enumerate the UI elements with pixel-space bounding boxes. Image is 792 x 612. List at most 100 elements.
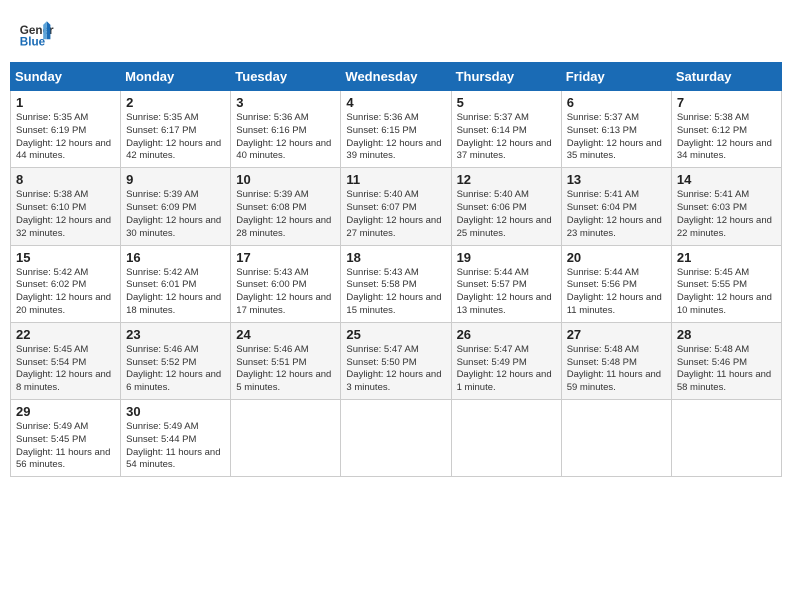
day-number: 27: [567, 327, 666, 342]
day-info: Sunrise: 5:41 AMSunset: 6:03 PMDaylight:…: [677, 189, 776, 240]
day-number: 25: [346, 327, 445, 342]
day-number: 6: [567, 95, 666, 110]
day-number: 14: [677, 172, 776, 187]
day-info: Sunrise: 5:39 AMSunset: 6:09 PMDaylight:…: [126, 189, 225, 240]
calendar-week-4: 29 Sunrise: 5:49 AMSunset: 5:45 PMDayligh…: [11, 400, 782, 477]
calendar-day-25: 25Sunrise: 5:47 AMSunset: 5:50 PMDayligh…: [341, 322, 451, 399]
day-info: Sunrise: 5:44 AMSunset: 5:56 PMDaylight:…: [567, 267, 666, 318]
day-number: 17: [236, 250, 335, 265]
page-header: General Blue: [10, 10, 782, 54]
calendar-week-1: 8Sunrise: 5:38 AMSunset: 6:10 PMDaylight…: [11, 168, 782, 245]
weekday-header-row: SundayMondayTuesdayWednesdayThursdayFrid…: [11, 63, 782, 91]
calendar-day-23: 23 Sunrise: 5:46 AMSunset: 5:52 PMDayligh…: [121, 322, 231, 399]
day-info: Sunrise: 5:35 AMSunset: 6:17 PMDaylight:…: [126, 112, 225, 163]
empty-cell: [561, 400, 671, 477]
weekday-header-monday: Monday: [121, 63, 231, 91]
day-number: 1: [16, 95, 115, 110]
day-info: Sunrise: 5:42 AMSunset: 6:02 PMDaylight:…: [16, 267, 115, 318]
day-number: 15: [16, 250, 115, 265]
calendar-week-3: 22 Sunrise: 5:45 AMSunset: 5:54 PMDayligh…: [11, 322, 782, 399]
day-number: 2: [126, 95, 225, 110]
day-number: 22: [16, 327, 115, 342]
calendar-day-4: 4 Sunrise: 5:36 AMSunset: 6:15 PMDaylight…: [341, 91, 451, 168]
day-info: Sunrise: 5:40 AMSunset: 6:07 PMDaylight:…: [346, 189, 445, 240]
calendar-week-0: 1 Sunrise: 5:35 AMSunset: 6:19 PMDaylight…: [11, 91, 782, 168]
calendar-day-7: 7 Sunrise: 5:38 AMSunset: 6:12 PMDaylight…: [671, 91, 781, 168]
calendar-day-13: 13 Sunrise: 5:41 AMSunset: 6:04 PMDayligh…: [561, 168, 671, 245]
day-info: Sunrise: 5:43 AMSunset: 5:58 PMDaylight:…: [346, 267, 445, 318]
day-info: Sunrise: 5:49 AMSunset: 5:45 PMDaylight:…: [16, 421, 115, 472]
day-number: 23: [126, 327, 225, 342]
day-number: 21: [677, 250, 776, 265]
day-number: 18: [346, 250, 445, 265]
day-number: 12: [457, 172, 556, 187]
calendar-day-1: 1 Sunrise: 5:35 AMSunset: 6:19 PMDaylight…: [11, 91, 121, 168]
calendar-day-8: 8Sunrise: 5:38 AMSunset: 6:10 PMDaylight…: [11, 168, 121, 245]
day-info: Sunrise: 5:40 AMSunset: 6:06 PMDaylight:…: [457, 189, 556, 240]
calendar-day-3: 3Sunrise: 5:36 AMSunset: 6:16 PMDaylight…: [231, 91, 341, 168]
day-info: Sunrise: 5:36 AMSunset: 6:16 PMDaylight:…: [236, 112, 335, 163]
day-info: Sunrise: 5:46 AMSunset: 5:52 PMDaylight:…: [126, 344, 225, 395]
calendar-day-24: 24Sunrise: 5:46 AMSunset: 5:51 PMDayligh…: [231, 322, 341, 399]
weekday-header-friday: Friday: [561, 63, 671, 91]
calendar-day-18: 18 Sunrise: 5:43 AMSunset: 5:58 PMDayligh…: [341, 245, 451, 322]
day-number: 28: [677, 327, 776, 342]
day-info: Sunrise: 5:42 AMSunset: 6:01 PMDaylight:…: [126, 267, 225, 318]
day-info: Sunrise: 5:48 AMSunset: 5:48 PMDaylight:…: [567, 344, 666, 395]
day-info: Sunrise: 5:38 AMSunset: 6:12 PMDaylight:…: [677, 112, 776, 163]
day-number: 24: [236, 327, 335, 342]
day-info: Sunrise: 5:45 AMSunset: 5:54 PMDaylight:…: [16, 344, 115, 395]
calendar-day-10: 10Sunrise: 5:39 AMSunset: 6:08 PMDayligh…: [231, 168, 341, 245]
calendar-day-9: 9Sunrise: 5:39 AMSunset: 6:09 PMDaylight…: [121, 168, 231, 245]
calendar-day-19: 19Sunrise: 5:44 AMSunset: 5:57 PMDayligh…: [451, 245, 561, 322]
day-info: Sunrise: 5:45 AMSunset: 5:55 PMDaylight:…: [677, 267, 776, 318]
day-info: Sunrise: 5:47 AMSunset: 5:49 PMDaylight:…: [457, 344, 556, 395]
day-number: 5: [457, 95, 556, 110]
calendar-week-2: 15 Sunrise: 5:42 AMSunset: 6:02 PMDayligh…: [11, 245, 782, 322]
day-info: Sunrise: 5:37 AMSunset: 6:13 PMDaylight:…: [567, 112, 666, 163]
day-number: 20: [567, 250, 666, 265]
weekday-header-thursday: Thursday: [451, 63, 561, 91]
day-number: 30: [126, 404, 225, 419]
weekday-header-tuesday: Tuesday: [231, 63, 341, 91]
day-number: 29: [16, 404, 115, 419]
weekday-header-sunday: Sunday: [11, 63, 121, 91]
svg-text:Blue: Blue: [20, 36, 46, 49]
day-info: Sunrise: 5:41 AMSunset: 6:04 PMDaylight:…: [567, 189, 666, 240]
day-info: Sunrise: 5:48 AMSunset: 5:46 PMDaylight:…: [677, 344, 776, 395]
day-number: 19: [457, 250, 556, 265]
day-number: 4: [346, 95, 445, 110]
calendar-day-11: 11 Sunrise: 5:40 AMSunset: 6:07 PMDayligh…: [341, 168, 451, 245]
day-number: 7: [677, 95, 776, 110]
calendar-day-28: 28 Sunrise: 5:48 AMSunset: 5:46 PMDayligh…: [671, 322, 781, 399]
day-info: Sunrise: 5:43 AMSunset: 6:00 PMDaylight:…: [236, 267, 335, 318]
day-info: Sunrise: 5:39 AMSunset: 6:08 PMDaylight:…: [236, 189, 335, 240]
empty-cell: [231, 400, 341, 477]
calendar-day-29: 29 Sunrise: 5:49 AMSunset: 5:45 PMDayligh…: [11, 400, 121, 477]
empty-cell: [341, 400, 451, 477]
day-info: Sunrise: 5:36 AMSunset: 6:15 PMDaylight:…: [346, 112, 445, 163]
calendar-day-26: 26 Sunrise: 5:47 AMSunset: 5:49 PMDayligh…: [451, 322, 561, 399]
logo-icon: General Blue: [18, 14, 54, 50]
day-info: Sunrise: 5:49 AMSunset: 5:44 PMDaylight:…: [126, 421, 225, 472]
calendar-day-6: 6 Sunrise: 5:37 AMSunset: 6:13 PMDaylight…: [561, 91, 671, 168]
day-number: 26: [457, 327, 556, 342]
day-info: Sunrise: 5:35 AMSunset: 6:19 PMDaylight:…: [16, 112, 115, 163]
calendar-day-16: 16Sunrise: 5:42 AMSunset: 6:01 PMDayligh…: [121, 245, 231, 322]
calendar-day-14: 14 Sunrise: 5:41 AMSunset: 6:03 PMDayligh…: [671, 168, 781, 245]
empty-cell: [451, 400, 561, 477]
calendar-day-17: 17 Sunrise: 5:43 AMSunset: 6:00 PMDayligh…: [231, 245, 341, 322]
calendar-day-30: 30 Sunrise: 5:49 AMSunset: 5:44 PMDayligh…: [121, 400, 231, 477]
calendar-day-21: 21 Sunrise: 5:45 AMSunset: 5:55 PMDayligh…: [671, 245, 781, 322]
logo: General Blue: [18, 14, 54, 50]
weekday-header-saturday: Saturday: [671, 63, 781, 91]
calendar-day-5: 5Sunrise: 5:37 AMSunset: 6:14 PMDaylight…: [451, 91, 561, 168]
calendar-day-15: 15 Sunrise: 5:42 AMSunset: 6:02 PMDayligh…: [11, 245, 121, 322]
day-number: 11: [346, 172, 445, 187]
calendar-day-12: 12 Sunrise: 5:40 AMSunset: 6:06 PMDayligh…: [451, 168, 561, 245]
day-number: 8: [16, 172, 115, 187]
empty-cell: [671, 400, 781, 477]
calendar-day-2: 2 Sunrise: 5:35 AMSunset: 6:17 PMDaylight…: [121, 91, 231, 168]
day-number: 13: [567, 172, 666, 187]
calendar-day-27: 27 Sunrise: 5:48 AMSunset: 5:48 PMDayligh…: [561, 322, 671, 399]
